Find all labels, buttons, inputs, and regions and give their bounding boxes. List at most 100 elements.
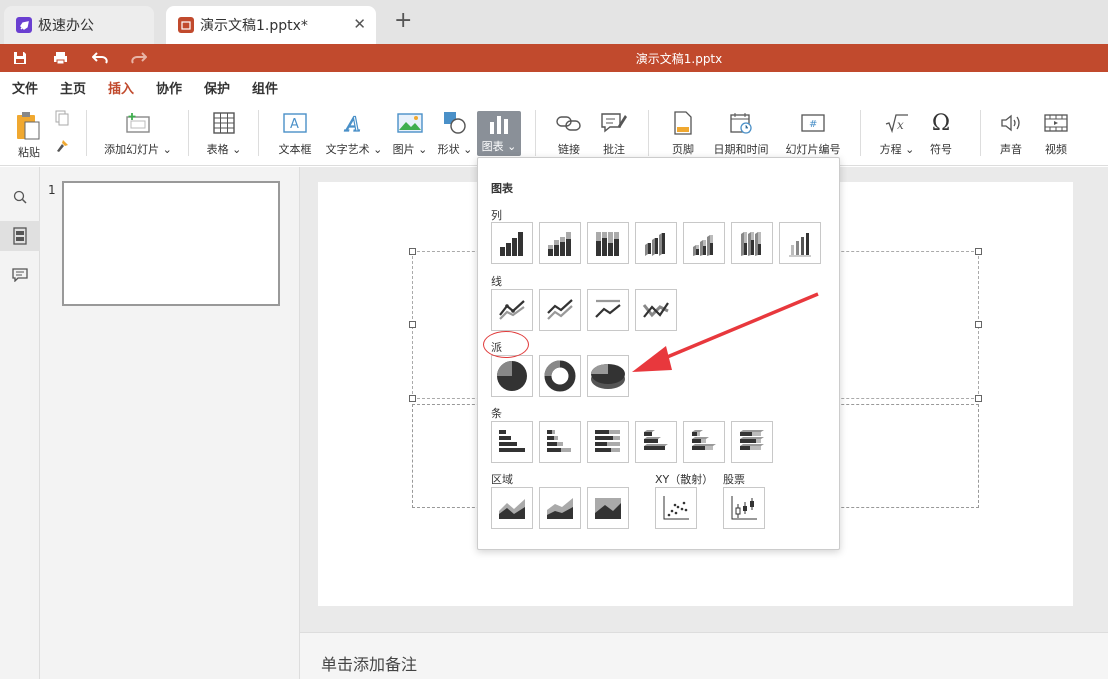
chart-column-3d[interactable] [779, 222, 821, 264]
menu-plugins[interactable]: 组件 [252, 78, 278, 97]
slide-number-button[interactable]: # 幻灯片编号 [784, 110, 842, 160]
section-line: 线 [491, 275, 502, 288]
chart-button[interactable]: 图表 ⌄ [477, 111, 521, 156]
chart-column-3d-stacked[interactable] [683, 222, 725, 264]
chart-stock[interactable] [723, 487, 765, 529]
menu-protect[interactable]: 保护 [204, 78, 230, 97]
tab-bar: 极速办公 演示文稿1.pptx* ✕ + [0, 0, 1108, 44]
textbox-button[interactable]: A 文本框 [276, 110, 314, 160]
shape-icon [442, 110, 468, 136]
resize-handle[interactable] [975, 321, 982, 328]
add-slide-icon [126, 110, 150, 136]
equation-icon: x [885, 110, 909, 136]
image-icon [397, 110, 423, 136]
paste-button[interactable]: 粘贴 [12, 110, 46, 160]
comments-panel-icon[interactable] [10, 265, 30, 285]
document-title: 演示文稿1.pptx [635, 52, 723, 66]
equation-button[interactable]: x 方程 ⌄ [878, 110, 916, 160]
new-tab-button[interactable]: + [394, 10, 412, 32]
link-button[interactable]: 链接 [552, 110, 586, 160]
notes-area[interactable]: 单击添加备注 [300, 632, 1108, 679]
video-icon [1044, 110, 1068, 136]
slide-thumbnail[interactable] [62, 181, 280, 306]
chart-bar-percent[interactable] [587, 421, 629, 463]
tab-home[interactable]: 极速办公 [4, 6, 154, 44]
rocket-icon [16, 17, 32, 33]
shape-button[interactable]: 形状 ⌄ [436, 110, 474, 160]
separator [258, 110, 259, 156]
section-area: 区域 [491, 473, 513, 486]
chart-bar-3d-percent[interactable] [731, 421, 773, 463]
menu-home[interactable]: 主页 [60, 78, 86, 97]
resize-handle[interactable] [409, 248, 416, 255]
chart-line[interactable] [491, 289, 533, 331]
close-icon[interactable]: ✕ [353, 15, 366, 33]
section-stock: 股票 [723, 473, 745, 486]
presentation-icon [178, 17, 194, 33]
svg-text:x: x [897, 118, 904, 132]
section-xy-scatter: XY（散射） [655, 473, 714, 486]
separator [860, 110, 861, 156]
image-button[interactable]: 图片 ⌄ [393, 110, 427, 160]
annotation-arrow [632, 292, 819, 372]
separator [188, 110, 189, 156]
comment-button[interactable]: 批注 [598, 110, 630, 160]
title-bar: 演示文稿1.pptx [0, 44, 1108, 72]
svg-text:A: A [344, 112, 360, 134]
separator [648, 110, 649, 156]
chart-line-stacked[interactable] [539, 289, 581, 331]
tab-document[interactable]: 演示文稿1.pptx* ✕ [166, 6, 376, 44]
symbol-button[interactable]: Ω 符号 [926, 110, 956, 160]
separator [535, 110, 536, 156]
slide-thumbnails-panel: 1 [40, 167, 300, 679]
bar-chart-icon [488, 111, 510, 137]
speaker-icon [1000, 110, 1022, 136]
chart-column-clustered[interactable] [491, 222, 533, 264]
footer-icon [674, 110, 692, 136]
chart-bar-3d-clustered[interactable] [635, 421, 677, 463]
chart-area-stacked[interactable] [539, 487, 581, 529]
chart-bar-3d-stacked[interactable] [683, 421, 725, 463]
chart-column-percent[interactable] [587, 222, 629, 264]
chart-column-3d-clustered[interactable] [635, 222, 677, 264]
menu-file[interactable]: 文件 [12, 78, 38, 97]
menu-collaborate[interactable]: 协作 [156, 78, 182, 97]
chart-column-stacked[interactable] [539, 222, 581, 264]
separator [86, 110, 87, 156]
table-button[interactable]: 表格 ⌄ [206, 110, 242, 160]
slide-number: 1 [48, 183, 56, 197]
wordart-icon: A [343, 110, 365, 136]
textbox-icon: A [283, 110, 307, 136]
menu-insert[interactable]: 插入 [108, 78, 135, 103]
audio-button[interactable]: 声音 [996, 110, 1026, 160]
wordart-button[interactable]: A 文字艺术 ⌄ [326, 110, 383, 160]
chart-bar-stacked[interactable] [539, 421, 581, 463]
omega-icon: Ω [931, 110, 951, 136]
svg-text:#: # [809, 119, 817, 130]
search-icon[interactable] [10, 187, 30, 207]
resize-handle[interactable] [975, 248, 982, 255]
slide-number-icon: # [801, 110, 825, 136]
calendar-icon [730, 110, 752, 136]
resize-handle[interactable] [409, 395, 416, 402]
clipboard-icon [15, 110, 43, 142]
video-button[interactable]: 视频 [1041, 110, 1071, 160]
chart-column-3d-percent[interactable] [731, 222, 773, 264]
chart-area[interactable] [491, 487, 533, 529]
chart-bar-clustered[interactable] [491, 421, 533, 463]
footer-button[interactable]: 页脚 [668, 110, 698, 160]
chart-area-percent[interactable] [587, 487, 629, 529]
resize-handle[interactable] [409, 321, 416, 328]
left-toolbar [0, 167, 40, 679]
chart-pie[interactable] [491, 355, 533, 397]
menu-bar: 文件 主页 插入 协作 保护 组件 [0, 72, 1108, 103]
slides-panel-icon[interactable] [0, 221, 40, 251]
add-slide-button[interactable]: 添加幻灯片 ⌄ [104, 110, 172, 160]
chart-scatter[interactable] [655, 487, 697, 529]
notes-placeholder: 单击添加备注 [321, 655, 418, 674]
resize-handle[interactable] [975, 395, 982, 402]
chart-doughnut[interactable] [539, 355, 581, 397]
svg-text:A: A [290, 117, 299, 132]
table-icon [213, 110, 235, 136]
datetime-button[interactable]: 日期和时间 [712, 110, 770, 160]
